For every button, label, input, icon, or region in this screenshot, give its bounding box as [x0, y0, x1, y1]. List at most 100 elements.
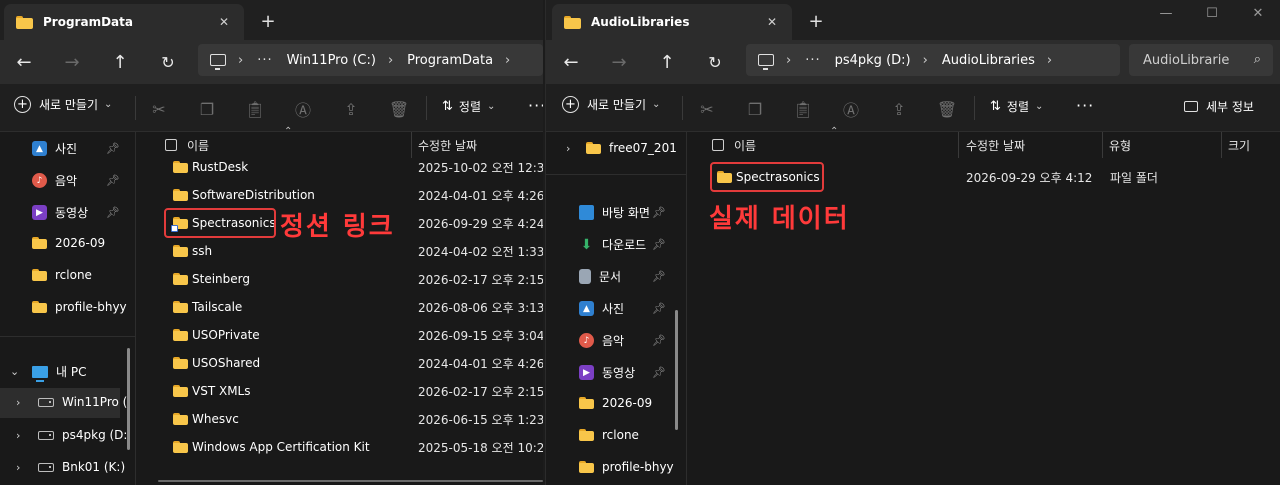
column-divider[interactable]	[1102, 132, 1103, 158]
file-row[interactable]: ssh	[173, 238, 212, 264]
pin-icon[interactable]: 📌︎	[652, 366, 666, 379]
forward-button[interactable]: →	[603, 48, 635, 76]
nav-item-ps4pkg[interactable]: ps4pkg (D:	[38, 428, 127, 442]
nav-item-music[interactable]: ♪ 음악	[32, 172, 77, 189]
nav-item-bnk01[interactable]: Bnk01 (K:)	[38, 460, 125, 474]
nav-scrollbar[interactable]	[127, 348, 130, 450]
rename-icon[interactable]: Ⓐ	[840, 98, 862, 120]
new-tab-button[interactable]: +	[802, 8, 830, 34]
sort-button[interactable]: ⇅ 정렬 ⌄	[442, 98, 495, 115]
nav-item-downloads[interactable]: ⬇ 다운로드	[579, 236, 647, 253]
back-button[interactable]: ←	[555, 48, 587, 76]
paste-icon[interactable]: 📋︎	[244, 98, 266, 120]
nav-item-documents[interactable]: 문서	[579, 268, 621, 285]
share-icon[interactable]: ⇪	[340, 98, 362, 120]
cut-icon[interactable]: ✂	[696, 98, 718, 120]
column-divider[interactable]	[958, 132, 959, 158]
delete-icon[interactable]: 🗑︎	[936, 98, 958, 120]
select-all-checkbox[interactable]	[712, 139, 724, 151]
breadcrumb-folder[interactable]: ProgramData	[407, 53, 493, 68]
chevron-right-icon[interactable]: ›	[1047, 53, 1052, 68]
chevron-right-icon[interactable]: ›	[16, 396, 20, 409]
horizontal-scrollbar[interactable]	[158, 480, 543, 482]
nav-item-free07[interactable]: free07_201	[586, 141, 677, 155]
nav-item-music[interactable]: ♪ 음악	[579, 332, 624, 349]
copy-icon[interactable]: ❐	[744, 98, 766, 120]
nav-item-this-pc[interactable]: 내 PC	[32, 363, 86, 382]
chevron-right-icon[interactable]: ›	[923, 53, 928, 68]
chevron-right-icon[interactable]: ›	[505, 53, 510, 68]
nav-item-desktop[interactable]: 바탕 화면	[579, 204, 650, 221]
file-row[interactable]: USOShared	[173, 350, 260, 376]
nav-item-rclone[interactable]: rclone	[579, 428, 639, 442]
new-button[interactable]: + 새로 만들기 ⌄	[14, 96, 112, 113]
copy-icon[interactable]: ❐	[196, 98, 218, 120]
sort-button[interactable]: ⇅ 정렬 ⌄	[990, 98, 1043, 115]
chevron-right-icon[interactable]: ›	[388, 53, 393, 68]
search-input[interactable]: AudioLibrarie ⌕	[1129, 44, 1273, 76]
file-row[interactable]: Windows App Certification Kit	[173, 434, 370, 460]
nav-item-pictures[interactable]: ▲ 사진	[579, 300, 624, 317]
nav-item-2026-09[interactable]: 2026-09	[579, 396, 652, 410]
column-header-date[interactable]: 수정한 날짜	[966, 132, 1025, 158]
select-all-checkbox[interactable]	[165, 139, 177, 151]
more-path-icon[interactable]: ···	[257, 53, 272, 68]
cut-icon[interactable]: ✂	[148, 98, 170, 120]
more-options-button[interactable]: ···	[1076, 96, 1094, 115]
maximize-button[interactable]: ☐	[1189, 0, 1235, 26]
more-path-icon[interactable]: ···	[805, 53, 820, 68]
column-header-size[interactable]: 크기	[1228, 132, 1250, 158]
refresh-button[interactable]: ↻	[699, 48, 731, 76]
breadcrumb-drive[interactable]: ps4pkg (D:)	[835, 53, 911, 68]
back-button[interactable]: ←	[8, 48, 40, 76]
chevron-down-icon[interactable]: ⌄	[10, 365, 19, 378]
delete-icon[interactable]: 🗑︎	[388, 98, 410, 120]
column-header-type[interactable]: 유형	[1109, 132, 1131, 158]
file-row[interactable]: VST XMLs	[173, 378, 250, 404]
tab-audiolibraries[interactable]: AudioLibraries ✕	[552, 4, 792, 40]
breadcrumb-folder[interactable]: AudioLibraries	[942, 53, 1035, 68]
minimize-button[interactable]: —	[1143, 0, 1189, 26]
file-row[interactable]: Tailscale	[173, 294, 242, 320]
column-divider[interactable]	[1221, 132, 1222, 158]
forward-button[interactable]: →	[56, 48, 88, 76]
chevron-right-icon[interactable]: ›	[786, 53, 791, 68]
close-window-button[interactable]: ✕	[1235, 0, 1280, 26]
nav-item-pictures[interactable]: ▲ 사진	[32, 140, 77, 157]
share-icon[interactable]: ⇪	[888, 98, 910, 120]
search-icon[interactable]: ⌕	[1254, 52, 1261, 67]
pin-icon[interactable]: 📌︎	[106, 142, 120, 155]
nav-item-profile[interactable]: profile-bhyy	[32, 300, 127, 314]
pin-icon[interactable]: 📌︎	[652, 206, 666, 219]
more-options-button[interactable]: ···	[528, 96, 543, 115]
details-pane-button[interactable]: 세부 정보	[1184, 98, 1254, 115]
new-tab-button[interactable]: +	[254, 8, 282, 34]
up-button[interactable]: ↑	[104, 48, 136, 76]
nav-item-2026-09[interactable]: 2026-09	[32, 236, 105, 250]
chevron-right-icon[interactable]: ›	[566, 142, 570, 155]
nav-item-videos[interactable]: ▶ 동영상	[32, 204, 88, 221]
address-bar[interactable]: › ··· ps4pkg (D:) › AudioLibraries ›	[746, 44, 1120, 76]
file-row[interactable]: Whesvc	[173, 406, 239, 432]
nav-item-profile[interactable]: profile-bhyy	[579, 460, 674, 474]
pin-icon[interactable]: 📌︎	[652, 334, 666, 347]
file-row[interactable]: Steinberg	[173, 266, 250, 292]
refresh-button[interactable]: ↻	[152, 48, 184, 76]
rename-icon[interactable]: Ⓐ	[292, 98, 314, 120]
address-bar[interactable]: › ··· Win11Pro (C:) › ProgramData ›	[198, 44, 543, 76]
chevron-right-icon[interactable]: ›	[16, 429, 20, 442]
nav-item-win11pro[interactable]: Win11Pro (	[38, 395, 127, 409]
paste-icon[interactable]: 📋︎	[792, 98, 814, 120]
pin-icon[interactable]: 📌︎	[106, 174, 120, 187]
column-divider[interactable]	[411, 132, 412, 158]
pin-icon[interactable]: 📌︎	[652, 302, 666, 315]
nav-item-videos[interactable]: ▶ 동영상	[579, 364, 635, 381]
nav-item-rclone[interactable]: rclone	[32, 268, 92, 282]
file-row[interactable]: RustDesk	[173, 154, 248, 180]
new-button[interactable]: + 새로 만들기 ⌄	[562, 96, 660, 113]
chevron-right-icon[interactable]: ›	[238, 53, 243, 68]
pin-icon[interactable]: 📌︎	[106, 206, 120, 219]
chevron-right-icon[interactable]: ›	[16, 461, 20, 474]
breadcrumb-drive[interactable]: Win11Pro (C:)	[287, 53, 376, 68]
nav-scrollbar[interactable]	[675, 310, 678, 430]
